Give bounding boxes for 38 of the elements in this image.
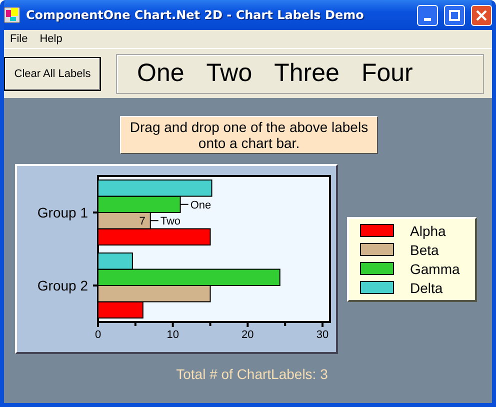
axis-tick-label: 0	[94, 329, 102, 341]
instruction-text: Drag and drop one of the above labels onto a chart bar.	[120, 116, 378, 154]
category-label: Group 2	[37, 278, 88, 294]
legend-label: Beta	[410, 242, 439, 258]
category-label: Group 1	[37, 204, 88, 220]
bar[interactable]	[98, 228, 211, 246]
legend-label: Delta	[410, 280, 443, 296]
bar[interactable]	[98, 180, 212, 197]
value-label: 7	[139, 216, 146, 228]
draggable-label[interactable]: One	[137, 59, 184, 88]
chart-label[interactable]: Two	[150, 216, 181, 228]
draggable-label[interactable]: Four	[361, 59, 413, 88]
minimize-icon	[424, 18, 431, 20]
clear-labels-button[interactable]: Clear All Labels	[4, 56, 101, 90]
menu-item[interactable]: Help	[40, 33, 62, 45]
close-icon	[476, 10, 487, 20]
bar[interactable]	[98, 212, 151, 230]
label-count-text: Total # of ChartLabels: 3	[176, 366, 328, 382]
legend-label: Alpha	[410, 222, 446, 238]
legend-label: Gamma	[410, 260, 460, 276]
bar[interactable]	[98, 301, 144, 318]
maximize-button[interactable]	[444, 4, 465, 26]
axis-tick-label: 30	[316, 329, 329, 341]
close-button[interactable]	[471, 4, 492, 26]
axis-tick-label: 10	[166, 329, 179, 341]
chart-label[interactable]: One	[180, 199, 212, 212]
bar[interactable]	[98, 285, 211, 302]
menu-item[interactable]: File	[10, 33, 28, 45]
bar[interactable]	[98, 252, 133, 270]
bar[interactable]	[98, 196, 181, 213]
window-title: ComponentOne Chart.Net 2D - Chart Labels Demo	[26, 8, 365, 22]
minimize-button[interactable]	[417, 4, 438, 26]
maximize-icon	[449, 10, 460, 20]
app-icon	[4, 7, 20, 23]
draggable-label[interactable]: Three	[274, 59, 340, 88]
bar[interactable]	[98, 268, 280, 286]
axis-tick-label: 20	[242, 329, 254, 341]
draggable-label[interactable]: Two	[206, 59, 252, 88]
